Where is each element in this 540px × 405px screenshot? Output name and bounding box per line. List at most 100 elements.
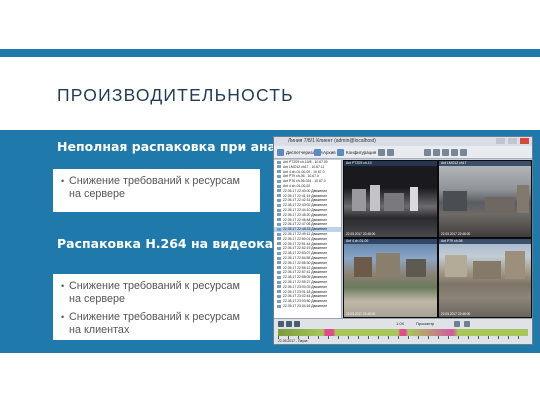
- bullet-dot-icon: •: [61, 281, 65, 291]
- event-icon: [277, 280, 281, 284]
- bullet-item: • Снижение требований к ресурсам на клие…: [61, 311, 252, 337]
- tree-item-label: 22.05.17 22:52:19 Движение: [283, 246, 328, 251]
- tree-item-label: 22.05.17 22:57:41 Движение: [283, 270, 328, 275]
- camera-tree: Ant PTZ09 ch-10/8 - 10.67.00 Ant LMO12 ch…: [274, 160, 342, 318]
- event-icon: [277, 242, 281, 246]
- app-titlebar: Линия 7/8/1 Клиент (admin@localhost): [274, 137, 532, 146]
- event-icon: [277, 266, 281, 270]
- fullscreen-icon[interactable]: [460, 149, 467, 156]
- camera-label: Ant PTZ09 ch-10: [344, 161, 437, 166]
- tree-item-label: 22.05.17 22:58:09 Движение: [283, 275, 328, 280]
- tree-item-label: 22.05.17 22:40:00 Движение: [283, 188, 328, 193]
- event-icon: [277, 237, 281, 241]
- tree-item-label: 22.05.17 22:54:55 Движение: [283, 255, 328, 260]
- event-icon: [277, 232, 281, 236]
- camera-icon: [277, 184, 281, 188]
- play-icon[interactable]: [286, 321, 292, 327]
- export-icon[interactable]: [454, 321, 460, 327]
- bullet-dot-icon: •: [61, 312, 65, 322]
- camera-icon: [277, 160, 281, 164]
- timeline-status: 22.05.2017 - Пауза: [278, 339, 308, 343]
- bullet-box-1: • Снижение требований к ресурсам на серв…: [53, 169, 260, 212]
- tree-item-label: 22.05.17 23:02:44 Движение: [283, 294, 328, 299]
- event-icon: [277, 218, 281, 222]
- tree-item-label: 22.05.17 23:04:16 Движение: [283, 303, 328, 308]
- event-icon: [277, 294, 281, 298]
- maximize-icon[interactable]: [508, 138, 517, 144]
- archive-timeline: 1.0X Просмотр 22.05.2017 - Пауза: [274, 318, 532, 344]
- slide-title: ПРОИЗВОДИТЕЛЬНОСТЬ: [57, 85, 294, 105]
- event-icon: [277, 290, 281, 294]
- event-icon: [277, 194, 281, 198]
- tree-item-label: 22.05.17 22:55:30 Движение: [283, 260, 328, 265]
- event-icon: [277, 285, 281, 289]
- toolbar-config-button[interactable]: Конфигурация: [337, 148, 376, 157]
- event-icon: [277, 270, 281, 274]
- camera-label: Ant 4.ch-01-00: [344, 239, 437, 244]
- event-icon: [277, 208, 281, 212]
- grid-9-icon[interactable]: [442, 149, 449, 156]
- tree-item-label: 22.05.17 22:44:10 Движение: [283, 207, 328, 212]
- app-screenshot: Линия 7/8/1 Клиент (admin@localhost) Дис…: [273, 136, 533, 345]
- tree-item-label: 22.05.17 22:59:27 Движение: [283, 279, 328, 284]
- tree-item-label: 22.05.17 22:50:01 Движение: [283, 236, 328, 241]
- event-icon: [277, 222, 281, 226]
- minimize-icon[interactable]: [496, 138, 505, 144]
- tree-item-label: 22.05.17 23:00:03 Движение: [283, 284, 328, 289]
- grid-16-icon[interactable]: [451, 149, 458, 156]
- layout-icon[interactable]: [387, 149, 394, 156]
- toolbar-archive-button[interactable]: Архив: [314, 148, 336, 157]
- tree-item-label: 22.05.17 23:01:18 Движение: [283, 289, 328, 294]
- tree-item-label: 22.05.17 22:49:12 Движение: [283, 231, 328, 236]
- bullet-text: Снижение требований к ресурсам на сервер…: [69, 175, 240, 200]
- section-heading-partial-decoding: Неполная распаковка при анализе: [57, 139, 310, 154]
- layout-icon[interactable]: [378, 149, 385, 156]
- tree-item-label: Ant P79 ch-06 - 10.67.0: [283, 174, 319, 179]
- camera-view[interactable]: Ant 4.ch-01-00 22.05.2017 22:48:00: [343, 238, 438, 318]
- event-icon: [277, 246, 281, 250]
- tree-item-label: 22.05.17 22:51:44 Движение: [283, 241, 328, 246]
- bullet-item: • Снижение требований к ресурсам на серв…: [61, 175, 252, 201]
- timeline-ticks: [278, 336, 528, 339]
- section-heading-gpu-decoding: Распаковка H.264 на видеокарте: [57, 236, 298, 251]
- camera-view[interactable]: Ant PTZ09 ch-10 22.05.2017 22:48:00: [343, 160, 438, 238]
- bullet-text: Снижение требований к ресурсам на клиент…: [69, 311, 240, 336]
- tree-item-label: Ant 4.ch-01-00-00: [283, 183, 311, 188]
- view-mode-select[interactable]: Просмотр: [416, 321, 434, 327]
- camera-icon: [277, 179, 281, 183]
- event-icon: [277, 304, 281, 308]
- event-icon: [277, 198, 281, 202]
- bullet-text: Снижение требований к ресурсам на сервер…: [69, 280, 240, 305]
- grid-4-icon[interactable]: [433, 149, 440, 156]
- tree-item-label: Ant LMO12 ch17 - 10.67.11: [283, 164, 325, 169]
- tree-item-label: 22.05.17 22:53:07 Движение: [283, 251, 328, 256]
- tree-item-label: 22.05.17 22:43:02 Движение: [283, 203, 328, 208]
- camera-timestamp: 22.05.2017 22:48:00: [346, 232, 376, 236]
- camera-icon: [277, 165, 281, 169]
- event-icon: [277, 189, 281, 193]
- camera-timestamp: 22.05.2017 22:48:00: [346, 312, 376, 316]
- zoom-level[interactable]: 1.0X: [396, 321, 404, 327]
- tree-item-label: Ant PTZ09 ch-10/8 - 10.67.00: [283, 160, 328, 164]
- snapshot-icon[interactable]: [464, 321, 470, 327]
- camera-view[interactable]: Ant LMO12 ch17 22.05.2017 22:48:00: [438, 160, 532, 238]
- event-icon: [277, 251, 281, 255]
- timeline-scale[interactable]: [278, 329, 528, 336]
- app-window-title: Линия 7/8/1 Клиент (admin@localhost): [288, 138, 376, 144]
- tree-item-label: 22.05.17 22:48:33 Движение: [283, 227, 328, 232]
- tree-item-label: 22.05.17 23:03:50 Движение: [283, 299, 328, 304]
- next-icon[interactable]: [294, 321, 300, 327]
- event-icon: [277, 275, 281, 279]
- event-icon: [277, 227, 281, 231]
- tree-item-label: 22.05.17 22:45:20 Движение: [283, 212, 328, 217]
- prev-icon[interactable]: [278, 321, 284, 327]
- grid-1-icon[interactable]: [424, 149, 431, 156]
- bullet-dot-icon: •: [61, 176, 65, 186]
- tree-item-label: 22.05.17 22:42:31 Движение: [283, 198, 328, 203]
- tree-item-label: 22.05.17 22:41:15 Движение: [283, 193, 328, 198]
- camera-grid: Ant PTZ09 ch-10 22.05.2017 22:48:00 Ant …: [343, 160, 532, 318]
- app-toolbar: Диспетчеризация Архив Конфигурация: [274, 146, 532, 159]
- close-icon[interactable]: [520, 138, 529, 144]
- camera-view[interactable]: Ant P79 ch-06 22.05.2017 22:48:00: [438, 238, 532, 318]
- tree-item[interactable]: 22.05.17 23:04:16 Движение: [274, 304, 341, 309]
